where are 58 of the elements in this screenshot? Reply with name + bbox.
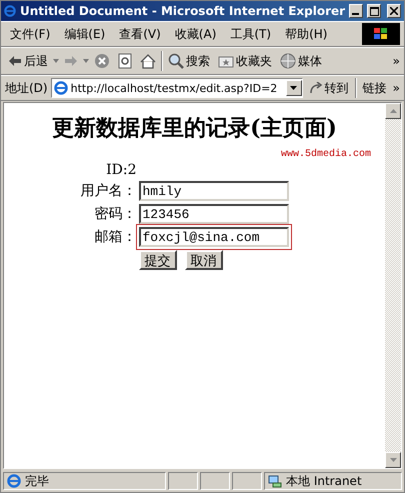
minimize-button[interactable] [349,4,364,18]
menu-item[interactable]: 编辑(E) [59,24,110,44]
search-button[interactable]: 搜索 [165,52,213,70]
dropdown-button[interactable] [286,80,302,96]
network-icon [268,474,282,488]
zone-text: 本地 Intranet [286,472,362,490]
field-label: 邮箱： [94,228,136,246]
site-link[interactable]: www.5dmedia.com [280,149,371,160]
browser-icon [4,4,16,18]
window-title: Untitled Document - Microsoft Internet Explorer [20,4,346,18]
back-button[interactable]: 后退 [5,52,51,70]
forward-arrow-icon [64,55,78,67]
refresh-icon [118,53,132,69]
input-field[interactable]: 123456 [138,204,288,224]
menu-item[interactable]: 文件(F) [5,24,56,44]
form-button[interactable]: 取消 [184,250,222,270]
input-field[interactable]: hmily [138,181,288,201]
form-button[interactable]: 提交 [138,250,176,270]
scroll-up-button[interactable] [385,103,401,119]
input-field[interactable]: foxcjl@sina.com [138,227,288,247]
menu-item[interactable]: 工具(T) [225,24,276,44]
page-icon [54,81,68,95]
page-heading: 更新数据库里的记录(主页面) [52,114,337,143]
field-label: 用户名： [80,182,136,200]
scroll-down-button[interactable] [385,452,401,468]
down-arrow-icon [390,458,396,462]
dropdown-caret-icon[interactable] [53,59,59,63]
media-button[interactable]: 媒体 [277,52,325,70]
more-chevron[interactable]: » [392,54,400,68]
address-label: 地址(D) [5,80,48,96]
menu-item[interactable]: 查看(V) [114,24,166,44]
address-field[interactable]: http://localhost/testmx/edit.asp?ID=2 [50,78,303,98]
id-label: ID:2 [105,162,136,178]
up-arrow-icon [390,109,396,113]
favorites-button[interactable]: 收藏夹 [215,52,275,70]
windows-logo [362,23,400,45]
menu-item[interactable]: 收藏(A) [170,24,222,44]
caret-icon [290,86,298,90]
links-button[interactable]: 链接 [360,78,390,98]
page-icon [7,474,21,488]
back-arrow-icon [8,55,22,67]
go-arrow-icon [308,82,323,94]
field-label: 密码： [94,205,136,223]
stop-icon [94,53,110,69]
globe-icon [280,53,296,69]
go-button[interactable]: 转到 [306,78,352,98]
status-text: 完毕 [25,472,49,490]
menu-item[interactable]: 帮助(H) [280,24,332,44]
magnifier-icon [168,53,184,69]
close-button[interactable] [387,4,401,18]
status-pane [200,472,230,490]
home-icon [140,54,156,68]
status-pane [232,472,262,490]
scrollbar[interactable] [385,103,401,468]
maximize-button[interactable] [367,4,382,18]
dropdown-caret-icon[interactable] [83,59,89,63]
status-pane [168,472,198,490]
more-chevron[interactable]: » [392,81,400,95]
